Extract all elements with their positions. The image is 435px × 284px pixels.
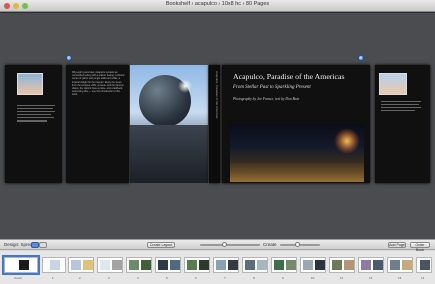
next-spread-icon[interactable] [358,55,364,61]
spread-label: 6 [195,276,197,280]
grid-view-icon[interactable] [31,242,39,248]
spread-label: 3 [108,276,110,280]
create-label: Create [263,241,277,247]
thumb-image [303,260,313,270]
spread-label: 9 [282,276,284,280]
window-title: Bookshelf › acapulco › 10x8 hc › 80 Page… [165,1,270,7]
thumb-image [402,260,412,270]
right-flap-page[interactable] [375,65,430,183]
body-text: Fifty-eight years later, Acapulco remain… [72,71,125,97]
spread-label: 4 [137,276,139,280]
thumb-image [361,260,371,270]
book-title[interactable]: Acapulco, Paradise of the Americas [233,72,345,81]
list-view-icon[interactable] [39,242,47,248]
thumb-image [315,260,325,270]
thumb-image [71,260,81,270]
spread-thumb[interactable] [329,257,355,273]
browser-toolbar: Design: Spreads Create Layout Create Add… [0,240,435,252]
spread-label: 7 [224,276,226,280]
spread-label: Cover [14,276,23,280]
spread-label: 1 [52,276,54,280]
thumb-image [141,260,151,270]
thumb-image [228,260,238,270]
create-layout-button[interactable]: Create Layout [147,242,175,248]
thumb-image [112,260,122,270]
thumb-image [274,260,284,270]
spread-label: 12 [369,276,373,280]
thumb-image [83,260,93,270]
order-book-button[interactable]: Order Book [410,242,430,252]
city-lights-image [230,162,364,182]
spine-title: Acapulco, Paradise of the Americas [215,71,219,119]
spread-label: 2 [79,276,81,280]
thumb-image [373,260,383,270]
book-credit[interactable]: Photography by Joe Farace, text by Don B… [233,97,299,101]
page-zoom-slider[interactable] [200,244,260,246]
thumb-image [344,260,354,270]
thumb-image [19,260,29,270]
thumb-image [129,260,139,270]
thumb-image [216,260,226,270]
spread-label: 14 [421,276,425,280]
author-photo [17,73,43,95]
thumb-image [286,260,296,270]
thumb-image [50,260,60,270]
spread-thumb[interactable] [126,257,152,273]
spread-label: 13 [398,276,402,280]
thumb-image [332,260,342,270]
left-text-page[interactable]: Fifty-eight years later, Acapulco remain… [66,65,129,183]
previous-spread-icon[interactable] [66,55,72,61]
thumb-image [257,260,267,270]
add-page-button[interactable]: Add Page [388,242,406,248]
thumb-image [245,260,255,270]
left-flap-page[interactable] [5,65,62,183]
spread-thumb[interactable] [416,257,432,273]
spread-label: 8 [253,276,255,280]
spread-thumb[interactable] [97,257,123,273]
thumb-image [390,260,400,270]
spread-thumb[interactable] [213,257,239,273]
flap-text-block [17,105,57,124]
spread-thumb[interactable] [155,257,181,273]
book-subtitle[interactable]: From Stellar Past to Sparkling Present [233,85,311,90]
thumb-image [420,260,430,270]
spread-label: 10 [311,276,315,280]
thumb-image [158,260,168,270]
sun-glare [178,79,192,93]
thumb-image [100,260,110,270]
spread-label: 11 [340,276,344,280]
app-window: Bookshelf › acapulco › 10x8 hc › 80 Page… [0,0,435,284]
spread-label: 5 [166,276,168,280]
sphere-photo[interactable] [130,65,208,183]
title-bar: Bookshelf › acapulco › 10x8 hc › 80 Page… [0,0,435,12]
spread-thumb[interactable] [42,257,66,273]
thumb-image [187,260,197,270]
flap-text-block [381,101,421,113]
book-canvas: Fifty-eight years later, Acapulco remain… [0,13,435,239]
size-slider-knob[interactable] [295,242,300,247]
spread-thumb[interactable] [300,257,326,273]
spread-thumb-cover[interactable] [2,255,40,275]
spread-thumb[interactable] [242,257,268,273]
spread-thumb[interactable] [358,257,384,273]
pedestal-image [130,125,208,183]
page-browser-panel: Design: Spreads Create Layout Create Add… [0,239,435,284]
spread-thumb[interactable] [271,257,297,273]
cover-night-photo[interactable] [230,124,364,182]
zoom-slider-knob[interactable] [222,242,227,247]
thumb-image [199,260,209,270]
firework-image [334,128,360,154]
spread-thumb[interactable] [387,257,413,273]
spread-thumb[interactable] [184,257,210,273]
page-strip: Cover 1 2 3 4 5 6 7 8 9 10 11 12 13 14 [0,251,435,284]
thumb-image [170,260,180,270]
spread-thumb[interactable] [68,257,94,273]
flap-photo [379,73,407,95]
spine: Acapulco, Paradise of the Americas [209,65,220,183]
size-slider[interactable] [280,244,320,246]
